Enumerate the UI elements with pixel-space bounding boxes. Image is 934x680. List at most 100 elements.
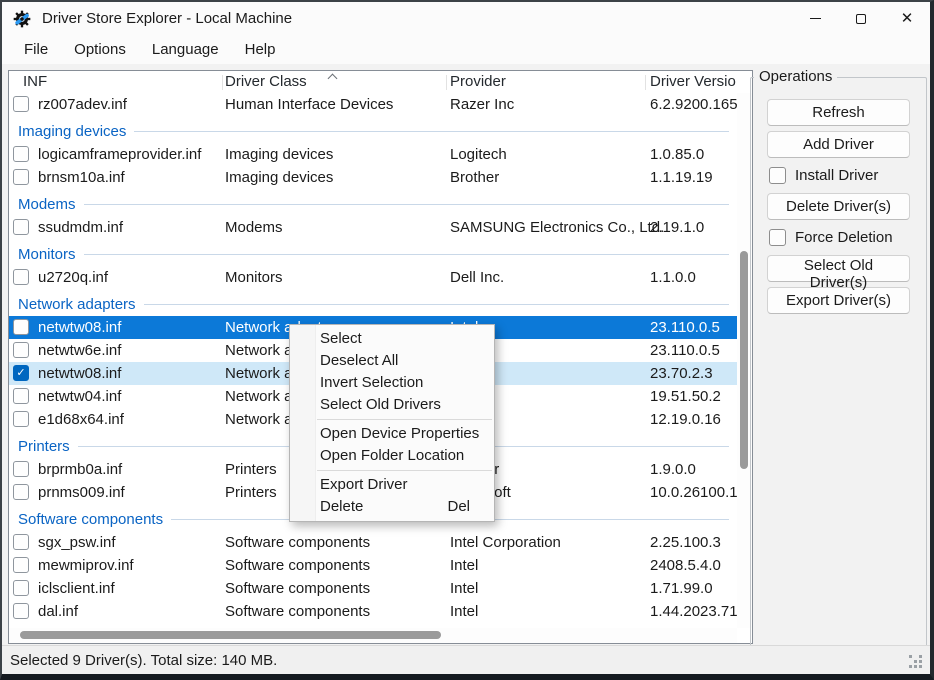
group-label: Imaging devices [18, 123, 127, 140]
cell-driver-class: Monitors [225, 269, 283, 286]
row-checkbox[interactable] [13, 580, 29, 596]
cell-provider: Brother [450, 169, 500, 186]
cell-driver-version: 1.1.0.0 [650, 269, 696, 286]
cell-inf: netwtw08.inf [38, 365, 122, 382]
cell-inf: dal.inf [38, 603, 79, 620]
list-header: INF Driver Class Provider Driver Versio [9, 71, 737, 93]
row-checkbox[interactable] [13, 219, 29, 235]
row-checkbox[interactable] [13, 269, 29, 285]
group-divider-line [134, 131, 729, 132]
row-checkbox[interactable] [13, 146, 29, 162]
refresh-button[interactable]: Refresh [767, 99, 910, 126]
row-checkbox[interactable] [13, 319, 29, 335]
menu-item-shortcut: Del [447, 498, 470, 515]
menubar-item-help[interactable]: Help [232, 37, 289, 62]
column-header-driver-versio[interactable]: Driver Versio [650, 71, 736, 93]
driver-row-ssudmdm-inf[interactable]: ssudmdm.inf Modems SAMSUNG Electronics Co.… [9, 216, 737, 239]
row-checkbox[interactable] [13, 342, 29, 358]
row-checkbox[interactable] [13, 169, 29, 185]
row-checkbox[interactable] [13, 461, 29, 477]
row-checkbox[interactable] [13, 534, 29, 550]
force-deletion-checkbox[interactable]: Force Deletion [769, 228, 926, 247]
group-label: Software components [18, 511, 164, 528]
cell-driver-class: Modems [225, 219, 283, 236]
close-button[interactable]: ✕ [884, 2, 930, 35]
driver-row-brnsm10a-inf[interactable]: brnsm10a.inf Imaging devices Brother 1.1.19… [9, 166, 737, 189]
window-controls: ✕ [792, 2, 930, 35]
cell-driver-class: Software components [225, 557, 371, 574]
driver-row-rz007adev-inf[interactable]: rz007adev.inf Human Interface Devices Raze… [9, 93, 737, 116]
cell-inf: rz007adev.inf [38, 96, 127, 113]
cell-inf: iclsclient.inf [38, 580, 115, 597]
cell-driver-class: Printers [225, 484, 277, 501]
cell-provider: SAMSUNG Electronics Co., Ltd. [450, 219, 665, 236]
context-menu-item-invert-selection[interactable]: Invert Selection [290, 372, 494, 394]
horizontal-scrollbar-thumb[interactable] [20, 631, 441, 639]
horizontal-scrollbar[interactable] [9, 628, 737, 643]
column-divider[interactable] [645, 75, 646, 90]
context-menu-item-select[interactable]: Select [290, 328, 494, 350]
driver-row-sgx-psw-inf[interactable]: sgx_psw.inf Software components Intel Corp… [9, 531, 737, 554]
cell-driver-version: 2408.5.4.0 [650, 557, 721, 574]
cell-provider: Intel Corporation [450, 534, 561, 551]
cell-inf: u2720q.inf [38, 269, 109, 286]
cell-driver-version: 1.1.19.19 [650, 169, 713, 186]
driver-row-u2720q-inf[interactable]: u2720q.inf Monitors Dell Inc. 1.1.0.0 [9, 266, 737, 289]
select-old-driver-s-button[interactable]: Select Old Driver(s) [767, 255, 910, 291]
cell-provider: Dell Inc. [450, 269, 505, 286]
maximize-button[interactable] [838, 2, 884, 35]
group-header-network-adapters: Network adapters [9, 289, 737, 316]
menubar-item-language[interactable]: Language [139, 37, 232, 62]
cell-inf: prnms009.inf [38, 484, 125, 501]
row-checkbox[interactable]: ✓ [13, 365, 29, 381]
column-header-driver-class[interactable]: Driver Class [225, 71, 307, 93]
column-header-provider[interactable]: Provider [450, 71, 506, 93]
export-driver-s-button[interactable]: Export Driver(s) [767, 287, 910, 314]
cell-driver-class: Imaging devices [225, 169, 334, 186]
minimize-button[interactable] [792, 2, 838, 35]
driver-row-logicamframeprovider-inf[interactable]: logicamframeprovider.inf Imaging devices L… [9, 143, 737, 166]
context-menu-item-delete[interactable]: Delete Del [290, 496, 494, 518]
cell-driver-version: 1.44.2023.71 [650, 603, 737, 620]
driver-row-mewmiprov-inf[interactable]: mewmiprov.inf Software components Intel 240… [9, 554, 737, 577]
row-checkbox[interactable] [13, 388, 29, 404]
sort-ascending-icon [327, 73, 338, 84]
delete-driver-s-button[interactable]: Delete Driver(s) [767, 193, 910, 220]
group-header-imaging-devices: Imaging devices [9, 116, 737, 143]
vertical-scrollbar-thumb[interactable] [740, 251, 748, 469]
cell-driver-version: 2.19.1.0 [650, 219, 705, 236]
operations-controls: Refresh Add Driver Install Driver Delete Dr… [751, 78, 926, 646]
menubar-item-options[interactable]: Options [61, 37, 139, 62]
context-menu-item-select-old-drivers[interactable]: Select Old Drivers [290, 394, 494, 416]
resize-grip[interactable] [908, 654, 924, 670]
row-checkbox[interactable] [13, 557, 29, 573]
add-driver-button[interactable]: Add Driver [767, 131, 910, 158]
context-menu-item-deselect-all[interactable]: Deselect All [290, 350, 494, 372]
column-divider[interactable] [222, 75, 223, 90]
close-icon: ✕ [900, 10, 914, 27]
row-checkbox[interactable] [13, 484, 29, 500]
menu-item-label: Delete [320, 498, 364, 515]
column-header-inf[interactable]: INF [23, 71, 47, 93]
checkbox-box [769, 167, 786, 184]
menu-item-label: Select [320, 330, 362, 347]
cell-driver-version: 12.19.0.16 [650, 411, 721, 428]
cell-provider: Logitech [450, 146, 507, 163]
checkbox-box [769, 229, 786, 246]
install-driver-checkbox[interactable]: Install Driver [769, 166, 926, 185]
context-menu-item-open-folder-location[interactable]: Open Folder Location [290, 445, 494, 467]
column-divider[interactable] [446, 75, 447, 90]
menubar-item-file[interactable]: File [11, 37, 61, 62]
cell-inf: mewmiprov.inf [38, 557, 134, 574]
row-checkbox[interactable] [13, 96, 29, 112]
context-menu-item-open-device-properties[interactable]: Open Device Properties [290, 423, 494, 445]
menu-item-label: Invert Selection [320, 374, 424, 391]
context-menu-item-export-driver[interactable]: Export Driver [290, 474, 494, 496]
row-checkbox[interactable] [13, 411, 29, 427]
driver-row-dal-inf[interactable]: dal.inf Software components Intel 1.44.2023… [9, 600, 737, 623]
app-window: Driver Store Explorer - Local Machine ✕ … [0, 0, 934, 680]
row-checkbox[interactable] [13, 603, 29, 619]
driver-row-iclsclient-inf[interactable]: iclsclient.inf Software components Intel 1.… [9, 577, 737, 600]
menubar: File Options Language Help [2, 35, 930, 64]
titlebar: Driver Store Explorer - Local Machine ✕ [2, 2, 930, 35]
